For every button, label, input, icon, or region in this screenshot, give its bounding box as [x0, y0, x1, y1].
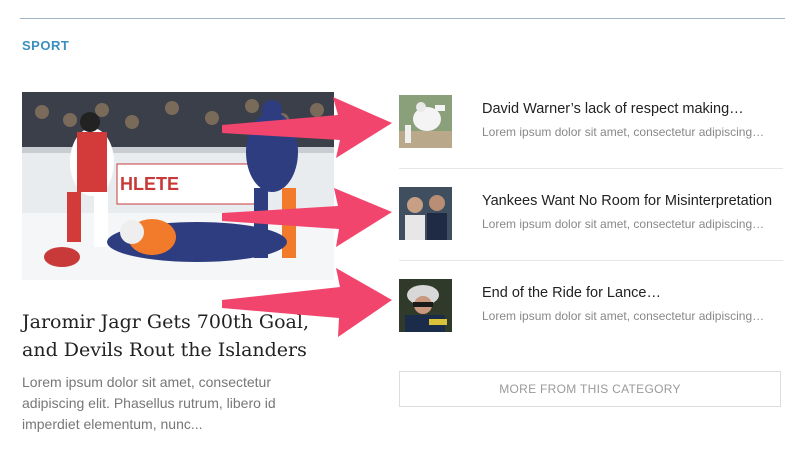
cricket-thumbnail-image [399, 95, 452, 148]
featured-excerpt: Lorem ipsum dolor sit amet, consectetur … [22, 374, 276, 432]
news-item-yankees[interactable]: Yankees Want No Room for Misinterpretati… [399, 187, 783, 267]
featured-title[interactable]: Jaromir Jagr Gets 700th Goal, and Devils… [22, 308, 342, 364]
list-divider [399, 260, 783, 261]
more-from-category-button[interactable]: MORE FROM THIS CATEGORY [399, 371, 781, 407]
news-thumbnail[interactable] [399, 95, 452, 148]
news-item-excerpt: Lorem ipsum dolor sit amet, consectetur … [482, 309, 765, 323]
cyclist-thumbnail-image [399, 279, 452, 332]
rink-sign-text: HLETE [120, 174, 179, 194]
top-divider [20, 18, 785, 19]
list-divider [399, 168, 783, 169]
news-item-excerpt: Lorem ipsum dolor sit amet, consectetur … [482, 125, 765, 139]
news-thumbnail[interactable] [399, 279, 452, 332]
section-title[interactable]: SPORT [22, 38, 69, 53]
baseball-thumbnail-image [399, 187, 452, 240]
news-thumbnail[interactable] [399, 187, 452, 240]
featured-image[interactable]: HLETE [22, 92, 334, 280]
news-item-title[interactable]: David Warner’s lack of respect making… [482, 101, 782, 117]
news-item-david-warner[interactable]: David Warner’s lack of respect making… L… [399, 95, 783, 175]
hockey-photo: HLETE [22, 92, 334, 280]
news-item-lance[interactable]: End of the Ride for Lance… Lorem ipsum d… [399, 279, 783, 359]
news-item-excerpt: Lorem ipsum dolor sit amet, consectetur … [482, 217, 765, 231]
news-item-title[interactable]: Yankees Want No Room for Misinterpretati… [482, 193, 782, 209]
news-item-title[interactable]: End of the Ride for Lance… [482, 285, 782, 301]
